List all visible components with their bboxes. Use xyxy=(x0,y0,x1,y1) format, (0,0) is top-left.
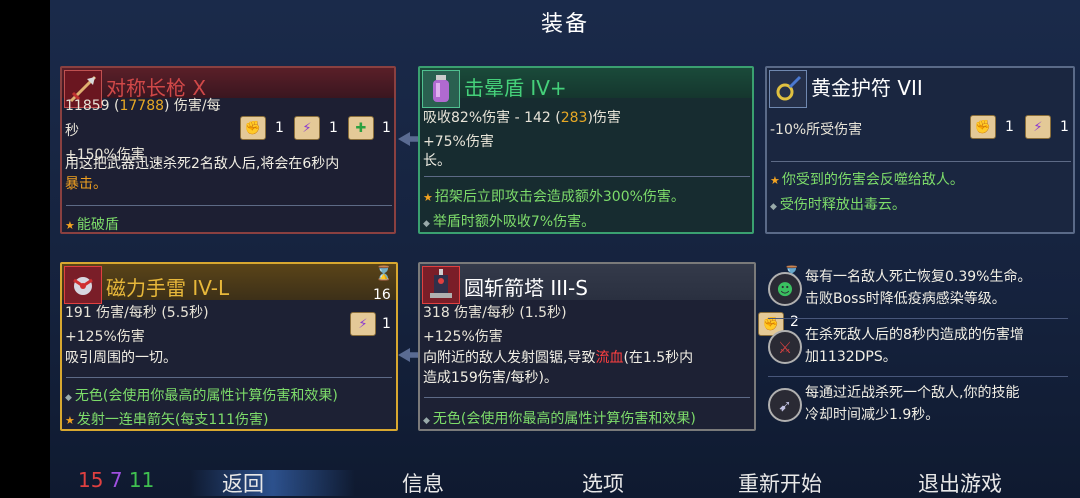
speed-boot-icon: ➹ xyxy=(768,388,802,422)
monster-mouth-icon: ☻ xyxy=(768,272,802,306)
options-button[interactable]: 选项 xyxy=(582,468,624,498)
amulet-defense: -10%所受伤害 xyxy=(770,122,863,138)
amulet-card[interactable]: 黄金护符 VII -10%所受伤害 ✊ 1 ⚡ 1 ★ 你受到的伤害会反噬给敌人。… xyxy=(765,66,1075,234)
weapon-trait: ★ 能破盾 xyxy=(65,217,119,233)
amulet-trait-poison: ◆ 受伤时释放出毒云。 xyxy=(770,197,906,213)
shield-trait-block: ◆ 举盾时额外吸收7%伤害。 xyxy=(423,214,596,230)
skill-card-turret[interactable]: 圆斩箭塔 III-S ⌛ 10 318 伤害/每秒 (1.5秒) +125%伤害… xyxy=(418,262,800,431)
back-button[interactable]: 返回 xyxy=(222,468,264,498)
info-button[interactable]: 信息 xyxy=(402,468,444,498)
brutality-stat: 15 xyxy=(78,468,104,492)
skill-card-grenade[interactable]: 磁力手雷 IV-L ⌛ 16 191 伤害/每秒 (5.5秒) +125%伤害 … xyxy=(60,262,398,431)
mutation-item[interactable]: ☻ 每有一名敌人死亡恢复0.39%生命。 击败Boss时降低疫病感染等级。 xyxy=(768,264,1073,316)
equipment-screen: 装备 对称长枪 X 11859 (17788) 伤害/每 秒 +150%伤害 ✊… xyxy=(50,0,1080,498)
grenade-icon xyxy=(64,266,102,304)
scroll-count: 1 xyxy=(382,120,391,136)
skill-dps: 191 伤害/每秒 (5.5秒) xyxy=(65,305,209,321)
weapon-dps: 11859 (17788) 伤害/每 xyxy=(65,98,221,114)
mutation-text: 每通过近战杀死一个敌人,你的技能 冷却时间减少1.9秒。 xyxy=(805,385,1020,423)
weapon-description: 用这把武器迅速杀死2名敌人后,将会在6秒内 暴击。 xyxy=(65,156,340,192)
shield-block: 吸收82%伤害 - 142 (283)伤害 xyxy=(423,110,621,126)
turret-icon xyxy=(422,266,460,304)
crossed-swords-icon: ⚔ xyxy=(768,330,802,364)
tactics-stat: 7 xyxy=(109,468,123,492)
shield-damage-bonus: +75%伤害 xyxy=(423,134,494,150)
left-black-bar xyxy=(0,0,50,498)
skill-description: 向附近的敌人发射圆锯,导致流血(在1.5秒内 造成159伤害/每秒)。 xyxy=(423,350,694,386)
scroll-count: 1 xyxy=(1060,119,1069,135)
back-highlight xyxy=(190,470,355,496)
shield-trait-parry: ★ 招架后立即攻击会造成额外300%伤害。 xyxy=(423,189,685,205)
divider xyxy=(768,318,1068,319)
divider xyxy=(66,205,392,206)
skill-trait-colorless: ◆ 无色(会使用你最高的属性计算伤害和效果) xyxy=(423,411,696,427)
quit-button[interactable]: 退出游戏 xyxy=(918,468,1002,498)
tactics-bolt-icon: ⚡ xyxy=(350,312,376,336)
skill-dps: 318 伤害/每秒 (1.5秒) xyxy=(423,305,567,321)
shield-card[interactable]: 击晕盾 IV+ 吸收82%伤害 - 142 (283)伤害 +75%伤害 长。 … xyxy=(418,66,754,234)
potion-icon xyxy=(422,70,460,108)
mutation-text: 每有一名敌人死亡恢复0.39%生命。 击败Boss时降低疫病感染等级。 xyxy=(805,269,1032,307)
skill-trait-colorless: ◆ 无色(会使用你最高的属性计算伤害和效果) xyxy=(65,388,338,404)
divider xyxy=(424,397,750,398)
brutality-fist-icon: ✊ xyxy=(240,116,266,140)
divider xyxy=(66,377,392,378)
page-title: 装备 xyxy=(540,12,589,37)
amulet-trait-reflect: ★ 你受到的伤害会反噬给敌人。 xyxy=(770,172,964,188)
divider xyxy=(768,376,1068,377)
mutation-item[interactable]: ⚔ 在杀死敌人后的8秒内造成的伤害增 加1132DPS。 xyxy=(768,322,1073,374)
tactics-bolt-icon: ⚡ xyxy=(1025,115,1051,139)
scroll-count: 1 xyxy=(275,120,284,136)
scroll-count: 1 xyxy=(329,120,338,136)
hourglass-icon: ⌛ xyxy=(375,266,393,282)
cooldown-value: 16 xyxy=(373,287,391,303)
skill-damage-bonus: +125%伤害 xyxy=(423,329,503,345)
player-stats: 15 7 11 xyxy=(78,468,154,492)
divider xyxy=(771,161,1071,162)
survival-cross-icon: ✚ xyxy=(348,116,374,140)
brutality-fist-icon: ✊ xyxy=(970,115,996,139)
amulet-name: 黄金护符 VII xyxy=(811,76,923,100)
restart-button[interactable]: 重新开始 xyxy=(738,468,822,498)
skill-damage-bonus: +125%伤害 xyxy=(65,329,145,345)
shield-description: 长。 xyxy=(423,153,451,169)
skill-name: 圆斩箭塔 III-S xyxy=(464,276,588,300)
scroll-count: 1 xyxy=(382,316,391,332)
weapon-card-spear[interactable]: 对称长枪 X 11859 (17788) 伤害/每 秒 +150%伤害 ✊ 1 … xyxy=(60,66,396,234)
mutation-item[interactable]: ➹ 每通过近战杀死一个敌人,你的技能 冷却时间减少1.9秒。 xyxy=(768,380,1073,432)
mutation-text: 在杀死敌人后的8秒内造成的伤害增 加1132DPS。 xyxy=(805,327,1024,365)
survival-stat: 11 xyxy=(128,468,155,492)
skill-trait-arrows: ★ 发射一连串箭矢(每支111伤害) xyxy=(65,412,269,428)
weapon-dps-unit: 秒 xyxy=(65,123,79,139)
scroll-count: 1 xyxy=(1005,119,1014,135)
amulet-icon xyxy=(769,70,807,108)
tactics-bolt-icon: ⚡ xyxy=(294,116,320,140)
divider xyxy=(424,176,750,177)
shield-name: 击晕盾 IV+ xyxy=(464,76,567,100)
mutations-panel: ☻ 每有一名敌人死亡恢复0.39%生命。 击败Boss时降低疫病感染等级。 ⚔ 在… xyxy=(768,264,1073,432)
skill-name: 磁力手雷 IV-L xyxy=(106,276,230,300)
skill-description: 吸引周围的一切。 xyxy=(65,350,177,366)
